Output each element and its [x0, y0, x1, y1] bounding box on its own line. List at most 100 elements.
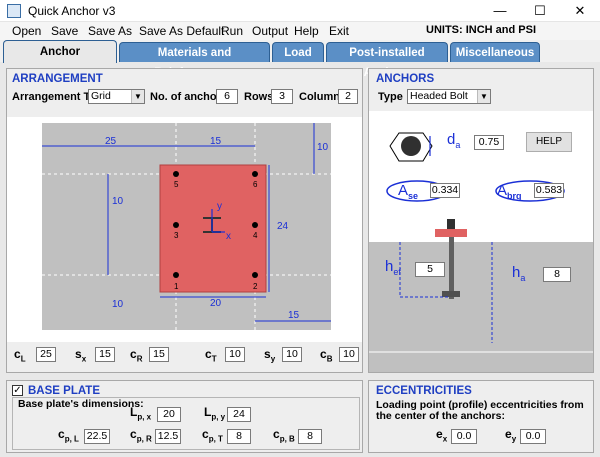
window-title: Quick Anchor v3	[28, 4, 116, 18]
anchor-2	[252, 272, 258, 278]
anchor-label-5: 5	[174, 180, 179, 189]
menu-save[interactable]: Save	[51, 24, 78, 38]
lpx-input[interactable]: 20	[157, 407, 181, 422]
anchor-5	[173, 171, 179, 177]
plate-section-icon	[435, 229, 467, 237]
sx-label: sx	[75, 347, 87, 364]
dim-top-left: 25	[105, 136, 117, 147]
ha-label: ha	[512, 264, 526, 283]
sy-label: sy	[264, 347, 276, 364]
anchor-6	[252, 171, 258, 177]
num-anchors-input[interactable]: 6	[216, 89, 238, 104]
y-axis-label: y	[217, 201, 222, 212]
baseplate-checkbox[interactable]: ✓	[12, 385, 23, 396]
menu-run[interactable]: Run	[221, 24, 243, 38]
abrg-label: Abrg	[497, 182, 522, 201]
cpr-label: cp, R	[130, 427, 152, 444]
cpl-input[interactable]: 22.5	[84, 429, 110, 444]
menu-open[interactable]: Open	[12, 24, 41, 38]
ase-input[interactable]: 0.334	[430, 183, 460, 198]
anchor-type-label: Type	[378, 91, 403, 103]
menu-help[interactable]: Help	[294, 24, 319, 38]
columns-input[interactable]: 2	[338, 89, 358, 104]
ase-label: Ase	[398, 182, 419, 201]
arrangement-type-value: Grid	[91, 90, 111, 102]
tab-anchor-arrangement[interactable]: Anchor Arrangement	[3, 40, 117, 80]
da-label: da	[447, 131, 461, 150]
ex-input[interactable]: 0.0	[451, 429, 477, 444]
ex-label: ex	[436, 427, 448, 444]
anchor-label-6: 6	[253, 180, 258, 189]
rows-input[interactable]: 3	[271, 89, 293, 104]
cpr-input[interactable]: 12.5	[155, 429, 181, 444]
bolt-shank-icon	[449, 237, 454, 299]
edge-fields-bar	[7, 342, 362, 372]
eccentricities-desc: Loading point (profile) eccentricities f…	[376, 399, 584, 422]
ha-input[interactable]: 8	[543, 267, 571, 282]
bolt-circle-icon	[401, 136, 421, 156]
tab-post-installed-anchors[interactable]: Post-installed Anchors	[326, 42, 448, 79]
da-input[interactable]: 0.75	[474, 135, 504, 150]
dim-left-lower: 10	[112, 299, 124, 310]
cpl-label: cp, L	[58, 427, 79, 444]
sx-input[interactable]: 15	[95, 347, 115, 362]
menu-exit[interactable]: Exit	[329, 24, 349, 38]
ct-label: cT	[205, 347, 217, 364]
cpt-input[interactable]: 8	[227, 429, 251, 444]
maximize-button[interactable]: ☐	[520, 0, 560, 22]
cr-input[interactable]: 15	[149, 347, 169, 362]
x-axis-label: x	[226, 231, 231, 242]
tab-load[interactable]: Load	[272, 42, 324, 62]
ey-label: ey	[505, 427, 517, 444]
tab-miscellaneous[interactable]: Miscellaneous	[450, 42, 540, 62]
baseplate-title: BASE PLATE	[28, 385, 100, 397]
ey-input[interactable]: 0.0	[520, 429, 546, 444]
close-button[interactable]: ✕	[560, 0, 600, 22]
cr-label: cR	[130, 347, 143, 364]
bolt-head-icon	[447, 219, 455, 229]
ct-input[interactable]: 10	[225, 347, 245, 362]
anchor-label-3: 3	[174, 231, 179, 240]
minimize-button[interactable]: —	[480, 0, 520, 22]
cpb-label: cp, B	[273, 427, 295, 444]
anchor-label-4: 4	[253, 231, 258, 240]
rows-label: Rows	[244, 91, 274, 103]
dim-top-right: 10	[317, 142, 329, 153]
anchor-4	[252, 222, 258, 228]
dim-bottom-mid: 20	[210, 298, 222, 309]
anchor-label-1: 1	[174, 282, 179, 291]
baseplate-dims-label: Base plate's dimensions:	[18, 398, 144, 410]
hef-input[interactable]: 5	[415, 262, 445, 277]
app-icon	[7, 4, 21, 18]
dim-left-upper: 10	[112, 196, 124, 207]
dim-top-mid: 15	[210, 136, 222, 147]
lpx-label: Lp, x	[130, 405, 152, 422]
anchor-type-select[interactable]: Headed Bolt ▼	[407, 89, 491, 104]
cl-input[interactable]: 25	[36, 347, 56, 362]
anchor-1	[173, 272, 179, 278]
menu-output[interactable]: Output	[252, 24, 288, 38]
abrg-input[interactable]: 0.583	[534, 183, 564, 198]
anchors-title: ANCHORS	[376, 73, 435, 85]
lpy-label: Lp, y	[204, 405, 226, 422]
sy-input[interactable]: 10	[282, 347, 302, 362]
title-bar: Quick Anchor v3 — ☐ ✕	[0, 0, 600, 22]
chevron-down-icon: ▼	[131, 90, 144, 103]
menu-save-as-default[interactable]: Save As Default	[139, 24, 224, 38]
cb-input[interactable]: 10	[339, 347, 359, 362]
arrangement-diagram: 25 15 10 10 10 24 20 15 1 2 3 4 5 6 x y	[7, 117, 362, 342]
eccentricities-title: ECCENTRICITIES	[376, 385, 472, 397]
dim-right: 24	[277, 221, 289, 232]
hef-label: hef	[385, 258, 401, 277]
arrangement-type-select[interactable]: Grid ▼	[88, 89, 145, 104]
menu-save-as[interactable]: Save As	[88, 24, 132, 38]
chevron-down-icon: ▼	[477, 90, 490, 103]
tab-materials-reinforcement[interactable]: Materials and Reinforcement	[119, 42, 270, 79]
help-button[interactable]: HELP	[526, 132, 572, 152]
anchor-3	[173, 222, 179, 228]
dim-bottom-right: 15	[288, 310, 300, 321]
cb-label: cB	[320, 347, 333, 364]
cpb-input[interactable]: 8	[298, 429, 322, 444]
lpy-input[interactable]: 24	[227, 407, 251, 422]
arrangement-title: ARRANGEMENT	[12, 73, 103, 85]
